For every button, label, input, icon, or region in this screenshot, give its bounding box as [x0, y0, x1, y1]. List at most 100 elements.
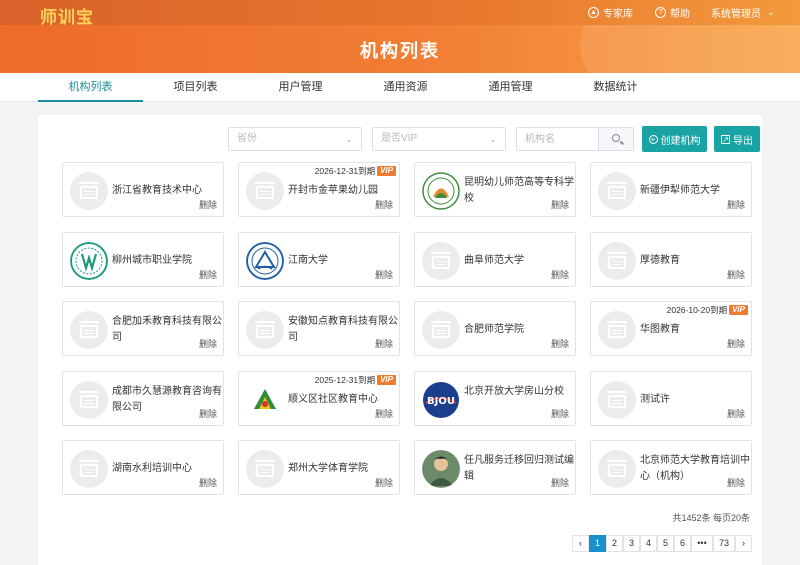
tab-project-list[interactable]: 项目列表: [143, 73, 248, 102]
org-name[interactable]: 北京开放大学房山分校: [464, 384, 574, 400]
delete-button[interactable]: 删除: [727, 268, 745, 281]
placeholder-logo: [246, 311, 284, 349]
org-card[interactable]: 浙江省教育技术中心 删除: [62, 162, 224, 217]
page-number[interactable]: 2: [606, 535, 623, 552]
org-card[interactable]: 顺义区社区教育中心 2025-12-31到期 VIP 删除: [238, 371, 400, 426]
tab-user-management[interactable]: 用户管理: [248, 73, 353, 102]
placeholder-logo: [70, 311, 108, 349]
placeholder-logo: [598, 381, 636, 419]
org-card[interactable]: 昆明幼儿师范高等专科学校 删除: [414, 162, 576, 217]
org-name[interactable]: 新疆伊犁师范大学: [640, 183, 750, 199]
page-number[interactable]: •••: [691, 535, 713, 552]
pagination: ‹ 1 2 3 4 5 6 ••• 73 ›: [572, 535, 752, 552]
org-card[interactable]: 合肥加禾教育科技有限公司 删除: [62, 301, 224, 356]
org-name[interactable]: 合肥师范学院: [464, 322, 574, 338]
page-number[interactable]: 4: [640, 535, 657, 552]
delete-button[interactable]: 删除: [199, 407, 217, 420]
org-name-input[interactable]: [517, 128, 599, 150]
create-org-label: 创建机构: [660, 135, 701, 147]
page-number[interactable]: 6: [674, 535, 691, 552]
expert-library-link[interactable]: ▲ 专家库: [588, 0, 633, 25]
delete-button[interactable]: 删除: [551, 198, 569, 211]
org-name[interactable]: 湖南水利培训中心: [112, 461, 222, 477]
delete-button[interactable]: 删除: [375, 198, 393, 211]
org-card[interactable]: 郑州大学体育学院 删除: [238, 440, 400, 495]
page-number[interactable]: 73: [713, 535, 735, 552]
jiangnan-logo: [246, 242, 284, 280]
org-name[interactable]: 测试许: [640, 392, 750, 408]
placeholder-logo: [246, 450, 284, 488]
create-org-button[interactable]: + 创建机构: [642, 126, 707, 152]
page-number[interactable]: 3: [623, 535, 640, 552]
delete-button[interactable]: 删除: [727, 198, 745, 211]
tab-common-resources[interactable]: 通用资源: [353, 73, 458, 102]
delete-button[interactable]: 删除: [199, 337, 217, 350]
placeholder-logo: [422, 242, 460, 280]
org-name[interactable]: 郑州大学体育学院: [288, 461, 398, 477]
delete-button[interactable]: 删除: [375, 268, 393, 281]
export-button[interactable]: ↗ 导出: [714, 126, 760, 152]
vip-placeholder: 是否VIP: [381, 133, 418, 144]
delete-button[interactable]: 删除: [727, 407, 745, 420]
prev-page-button[interactable]: ‹: [572, 535, 589, 552]
province-select[interactable]: 省份 ⌄: [228, 127, 362, 151]
org-card[interactable]: 成都市久慧源教育咨询有限公司 删除: [62, 371, 224, 426]
org-card[interactable]: 曲阜师范大学 删除: [414, 232, 576, 287]
tab-data-statistics[interactable]: 数据统计: [563, 73, 668, 102]
org-name[interactable]: 柳州城市职业学院: [112, 253, 222, 269]
delete-button[interactable]: 删除: [375, 407, 393, 420]
delete-button[interactable]: 删除: [199, 198, 217, 211]
org-card[interactable]: 厚德教育 删除: [590, 232, 752, 287]
placeholder-logo: [246, 172, 284, 210]
page-number[interactable]: 1: [589, 535, 606, 552]
org-name[interactable]: 华图教育: [640, 322, 750, 338]
vip-expiry: 2026-10-20到期 VIP: [667, 304, 748, 316]
search-button[interactable]: [598, 128, 633, 150]
admin-menu[interactable]: 系统管理员 ⌄: [711, 0, 775, 25]
tab-org-list[interactable]: 机构列表: [38, 73, 143, 102]
export-icon: ↗: [721, 134, 730, 144]
org-name[interactable]: 浙江省教育技术中心: [112, 183, 222, 199]
delete-button[interactable]: 删除: [375, 337, 393, 350]
liuzhou-logo: [70, 242, 108, 280]
placeholder-logo: [598, 450, 636, 488]
page-title: 机构列表: [360, 41, 440, 61]
org-card[interactable]: 测试许 删除: [590, 371, 752, 426]
next-page-button[interactable]: ›: [735, 535, 752, 552]
org-name[interactable]: 厚德教育: [640, 253, 750, 269]
org-card[interactable]: 新疆伊犁师范大学 删除: [590, 162, 752, 217]
org-card[interactable]: 安徽知点教育科技有限公司 删除: [238, 301, 400, 356]
org-name[interactable]: 江南大学: [288, 253, 398, 269]
help-link[interactable]: ? 帮助: [655, 0, 690, 25]
org-card[interactable]: 华图教育 2026-10-20到期 VIP 删除: [590, 301, 752, 356]
org-card[interactable]: 湖南水利培训中心 删除: [62, 440, 224, 495]
delete-button[interactable]: 删除: [551, 476, 569, 489]
org-card[interactable]: 北京师范大学教育培训中心（机构） 删除: [590, 440, 752, 495]
org-name[interactable]: 曲阜师范大学: [464, 253, 574, 269]
vip-select[interactable]: 是否VIP ⌄: [372, 127, 506, 151]
org-card[interactable]: 开封市金苹果幼儿园 2026-12-31到期 VIP 删除: [238, 162, 400, 217]
search-icon: [612, 134, 620, 142]
delete-button[interactable]: 删除: [199, 268, 217, 281]
tab-common-management[interactable]: 通用管理: [458, 73, 563, 102]
delete-button[interactable]: 删除: [199, 476, 217, 489]
bjou-logo-text: BJOU: [427, 396, 455, 407]
delete-button[interactable]: 删除: [727, 337, 745, 350]
org-card[interactable]: 柳州城市职业学院 删除: [62, 232, 224, 287]
org-card[interactable]: 江南大学 删除: [238, 232, 400, 287]
delete-button[interactable]: 删除: [551, 407, 569, 420]
org-name[interactable]: 顺义区社区教育中心: [288, 392, 398, 408]
org-card[interactable]: 任凡服务迁移回归测试编辑 删除: [414, 440, 576, 495]
chevron-down-icon: ⌄: [345, 134, 353, 144]
org-name[interactable]: 开封市金苹果幼儿园: [288, 183, 398, 199]
vip-date: 2025-12-31到期: [314, 375, 376, 385]
delete-button[interactable]: 删除: [375, 476, 393, 489]
delete-button[interactable]: 删除: [727, 476, 745, 489]
placeholder-logo: [70, 381, 108, 419]
delete-button[interactable]: 删除: [551, 337, 569, 350]
page-number[interactable]: 5: [657, 535, 674, 552]
delete-button[interactable]: 删除: [551, 268, 569, 281]
placeholder-logo: [598, 172, 636, 210]
org-card[interactable]: BJOU 北京开放大学房山分校删除: [414, 371, 576, 426]
org-card[interactable]: 合肥师范学院 删除: [414, 301, 576, 356]
